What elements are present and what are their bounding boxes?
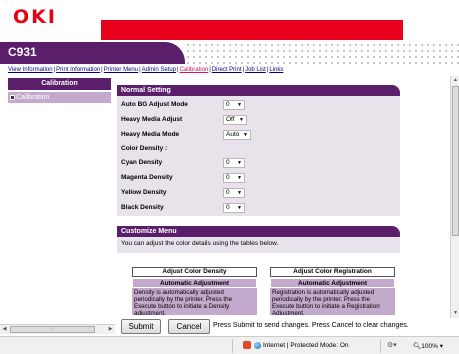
setting-row-heavy-media-mode: Heavy Media Mode Auto ▼ [117, 128, 400, 142]
bullet-box-icon [10, 95, 15, 100]
black-density-select[interactable]: 0 ▼ [223, 203, 245, 213]
auto-bg-adjust-select[interactable]: 0 ▼ [223, 100, 245, 110]
table-subtitle: Automatic Adjustment [270, 278, 395, 288]
oki-logo: OKI [13, 6, 57, 28]
status-divider [232, 339, 233, 353]
main-content: Normal Setting Auto BG Adjust Mode 0 ▼ He… [117, 78, 449, 322]
color-density-heading: Color Density : [121, 145, 168, 152]
chevron-down-icon: ▼ [237, 190, 242, 196]
zoom-value: 100% [421, 343, 438, 350]
scrollbar-thumb[interactable]: ⋮ [10, 326, 95, 333]
arrow-left-icon[interactable]: ◀ [0, 325, 9, 334]
nav-link-printer-menu[interactable]: Printer Menu [104, 67, 138, 73]
setting-row-auto-bg: Auto BG Adjust Mode 0 ▼ [117, 98, 400, 112]
heavy-media-adjust-select[interactable]: Off ▼ [223, 115, 247, 125]
chevron-down-icon: ▼ [237, 102, 242, 108]
customize-menu-description: You can adjust the color details using t… [121, 240, 279, 247]
select-value: Off [226, 116, 235, 123]
chevron-down-icon: ▼ [243, 132, 248, 138]
sidebar [8, 78, 111, 322]
globe-icon [254, 342, 261, 349]
setting-label: Heavy Media Mode [121, 131, 180, 138]
adjust-color-density-table: Adjust Color Density Automatic Adjustmen… [132, 267, 257, 315]
setting-row-magenta: Magenta Density 0 ▼ [117, 171, 400, 185]
select-value: 0 [226, 174, 230, 181]
customize-menu-header: Customize Menu [117, 226, 400, 237]
select-value: 0 [226, 189, 230, 196]
setting-row-cyan: Cyan Density 0 ▼ [117, 156, 400, 170]
header-dot-pattern [185, 42, 459, 64]
setting-row-black: Black Density 0 ▼ [117, 201, 400, 215]
setting-row-heavy-media-adjust: Heavy Media Adjust Off ▼ [117, 113, 400, 127]
setting-label: Heavy Media Adjust [121, 116, 183, 123]
browser-status-bar: Internet | Protected Mode: On ⚙▾ 🔍︎100% … [0, 336, 459, 354]
normal-setting-header: Normal Setting [117, 85, 400, 96]
nav-link-admin-setup[interactable]: Admin Setup [142, 67, 176, 73]
adjust-color-registration-table: Adjust Color Registration Automatic Adju… [270, 267, 395, 315]
setting-label: Cyan Density [121, 159, 163, 166]
select-value: Auto [226, 131, 240, 138]
vertical-scrollbar[interactable]: ▲ ▼ [450, 76, 459, 318]
chevron-down-icon: ▼ [237, 205, 242, 211]
submit-button[interactable]: Submit [121, 319, 161, 334]
chevron-down-icon: ▼ [237, 160, 242, 166]
header-logo-area: OKI [0, 0, 459, 42]
nav-link-calibration[interactable]: Calibration [180, 67, 209, 73]
nav-link-links[interactable]: Links [269, 67, 283, 73]
setting-label: Auto BG Adjust Mode [121, 101, 188, 108]
setting-label: Yellow Density [121, 189, 167, 196]
settings-icon[interactable]: ⚙▾ [387, 341, 397, 349]
model-name: C931 [8, 45, 37, 59]
top-nav: View Information|Print Information|Print… [8, 67, 283, 76]
arrow-down-icon[interactable]: ▼ [451, 309, 459, 318]
zone-text: Internet | Protected Mode: On [263, 342, 349, 350]
heavy-media-mode-select[interactable]: Auto ▼ [223, 130, 251, 140]
yellow-density-select[interactable]: 0 ▼ [223, 188, 245, 198]
scrollbar-thumb[interactable] [452, 86, 459, 236]
setting-label: Black Density [121, 204, 164, 211]
customize-menu-body: You can adjust the color details using t… [117, 237, 400, 253]
brand-red-bar [101, 20, 403, 40]
select-value: 0 [226, 159, 230, 166]
nav-link-direct-print[interactable]: Direct Print [212, 67, 242, 73]
status-divider [380, 339, 381, 353]
sidebar-item-calibration[interactable]: Calibration [8, 92, 111, 103]
magenta-density-select[interactable]: 0 ▼ [223, 173, 245, 183]
cancel-button[interactable]: Cancel [168, 319, 210, 334]
security-zone[interactable]: Internet | Protected Mode: On [254, 342, 349, 349]
action-instructions: Press Submit to send changes. Press Canc… [213, 322, 409, 329]
table-title: Adjust Color Registration [270, 267, 395, 277]
nav-link-print-information[interactable]: Print Information [56, 67, 100, 73]
select-value: 0 [226, 101, 230, 108]
chevron-down-icon: ▼ [239, 117, 244, 123]
zoom-control[interactable]: 🔍︎100% ▾ [413, 342, 443, 350]
nav-link-job-list[interactable]: Job List [245, 67, 266, 73]
chevron-down-icon: ▼ [237, 175, 242, 181]
horizontal-scrollbar[interactable]: ◀ ⋮ ▶ [0, 324, 115, 334]
setting-label: Magenta Density [121, 174, 173, 181]
table-description: Density is automatically adjusted period… [132, 288, 257, 315]
table-subtitle: Automatic Adjustment [132, 278, 257, 288]
table-title: Adjust Color Density [132, 267, 257, 277]
security-shield-icon[interactable] [243, 341, 251, 349]
setting-row-yellow: Yellow Density 0 ▼ [117, 186, 400, 200]
browser-page: { "header": { "logo_text": "OKI", "model… [0, 0, 459, 354]
table-description: Registration is automatically adjusted p… [270, 288, 395, 315]
setting-row-color-density-heading: Color Density : [117, 142, 400, 156]
normal-setting-body: Auto BG Adjust Mode 0 ▼ Heavy Media Adjus… [117, 96, 400, 216]
select-value: 0 [226, 204, 230, 211]
cyan-density-select[interactable]: 0 ▼ [223, 158, 245, 168]
arrow-up-icon[interactable]: ▲ [451, 76, 459, 85]
arrow-right-icon[interactable]: ▶ [106, 325, 115, 334]
sidebar-item-label: Calibration [16, 94, 50, 101]
nav-link-view-information[interactable]: View Information [8, 67, 53, 73]
sidebar-title: Calibration [8, 78, 111, 90]
